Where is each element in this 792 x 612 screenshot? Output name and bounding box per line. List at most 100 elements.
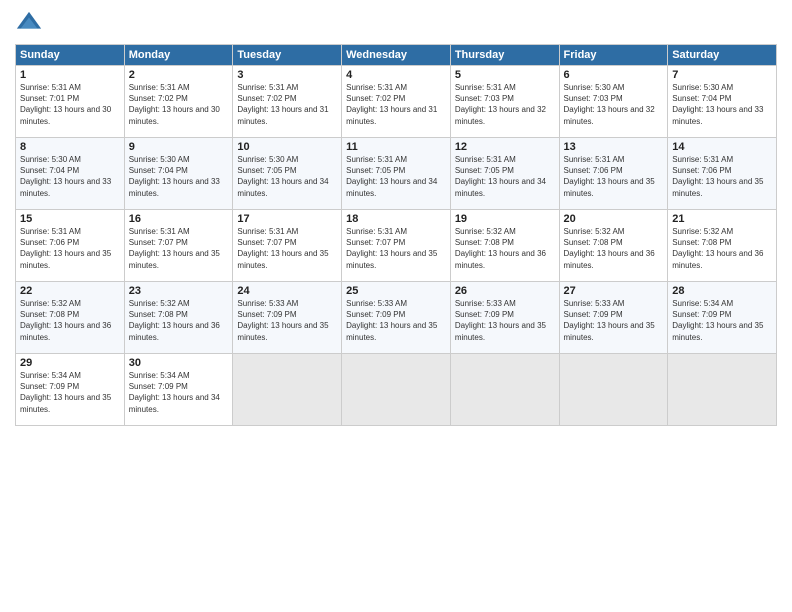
header — [15, 10, 777, 38]
day-number: 23 — [129, 285, 229, 297]
day-info: Sunrise: 5:31 AMSunset: 7:03 PMDaylight:… — [455, 82, 555, 127]
page: SundayMondayTuesdayWednesdayThursdayFrid… — [0, 0, 792, 612]
day-number: 9 — [129, 141, 229, 153]
day-cell: 20Sunrise: 5:32 AMSunset: 7:08 PMDayligh… — [559, 210, 668, 282]
day-info: Sunrise: 5:34 AMSunset: 7:09 PMDaylight:… — [129, 370, 229, 415]
day-info: Sunrise: 5:32 AMSunset: 7:08 PMDaylight:… — [564, 226, 664, 271]
day-number: 22 — [20, 285, 120, 297]
day-cell — [450, 354, 559, 426]
day-number: 24 — [237, 285, 337, 297]
day-info: Sunrise: 5:31 AMSunset: 7:05 PMDaylight:… — [455, 154, 555, 199]
day-number: 2 — [129, 69, 229, 81]
day-number: 15 — [20, 213, 120, 225]
day-cell: 30Sunrise: 5:34 AMSunset: 7:09 PMDayligh… — [124, 354, 233, 426]
day-number: 1 — [20, 69, 120, 81]
day-info: Sunrise: 5:31 AMSunset: 7:06 PMDaylight:… — [564, 154, 664, 199]
col-header-wednesday: Wednesday — [342, 45, 451, 66]
day-number: 20 — [564, 213, 664, 225]
day-cell: 23Sunrise: 5:32 AMSunset: 7:08 PMDayligh… — [124, 282, 233, 354]
day-number: 7 — [672, 69, 772, 81]
day-cell: 12Sunrise: 5:31 AMSunset: 7:05 PMDayligh… — [450, 138, 559, 210]
day-number: 29 — [20, 357, 120, 369]
day-cell: 8Sunrise: 5:30 AMSunset: 7:04 PMDaylight… — [16, 138, 125, 210]
day-cell: 17Sunrise: 5:31 AMSunset: 7:07 PMDayligh… — [233, 210, 342, 282]
day-info: Sunrise: 5:34 AMSunset: 7:09 PMDaylight:… — [20, 370, 120, 415]
day-info: Sunrise: 5:31 AMSunset: 7:02 PMDaylight:… — [346, 82, 446, 127]
day-cell: 22Sunrise: 5:32 AMSunset: 7:08 PMDayligh… — [16, 282, 125, 354]
day-cell: 29Sunrise: 5:34 AMSunset: 7:09 PMDayligh… — [16, 354, 125, 426]
day-cell — [233, 354, 342, 426]
day-cell: 14Sunrise: 5:31 AMSunset: 7:06 PMDayligh… — [668, 138, 777, 210]
day-number: 28 — [672, 285, 772, 297]
day-number: 14 — [672, 141, 772, 153]
day-cell: 24Sunrise: 5:33 AMSunset: 7:09 PMDayligh… — [233, 282, 342, 354]
day-info: Sunrise: 5:31 AMSunset: 7:07 PMDaylight:… — [237, 226, 337, 271]
day-info: Sunrise: 5:31 AMSunset: 7:01 PMDaylight:… — [20, 82, 120, 127]
logo — [15, 10, 47, 38]
day-cell — [342, 354, 451, 426]
day-cell: 3Sunrise: 5:31 AMSunset: 7:02 PMDaylight… — [233, 66, 342, 138]
day-cell: 27Sunrise: 5:33 AMSunset: 7:09 PMDayligh… — [559, 282, 668, 354]
day-number: 4 — [346, 69, 446, 81]
day-cell: 6Sunrise: 5:30 AMSunset: 7:03 PMDaylight… — [559, 66, 668, 138]
week-row-3: 15Sunrise: 5:31 AMSunset: 7:06 PMDayligh… — [16, 210, 777, 282]
day-info: Sunrise: 5:33 AMSunset: 7:09 PMDaylight:… — [564, 298, 664, 343]
day-cell: 25Sunrise: 5:33 AMSunset: 7:09 PMDayligh… — [342, 282, 451, 354]
day-info: Sunrise: 5:31 AMSunset: 7:07 PMDaylight:… — [346, 226, 446, 271]
col-header-saturday: Saturday — [668, 45, 777, 66]
day-number: 17 — [237, 213, 337, 225]
day-number: 6 — [564, 69, 664, 81]
day-cell: 28Sunrise: 5:34 AMSunset: 7:09 PMDayligh… — [668, 282, 777, 354]
day-info: Sunrise: 5:30 AMSunset: 7:05 PMDaylight:… — [237, 154, 337, 199]
day-cell — [559, 354, 668, 426]
day-info: Sunrise: 5:30 AMSunset: 7:04 PMDaylight:… — [672, 82, 772, 127]
day-cell: 26Sunrise: 5:33 AMSunset: 7:09 PMDayligh… — [450, 282, 559, 354]
day-cell: 15Sunrise: 5:31 AMSunset: 7:06 PMDayligh… — [16, 210, 125, 282]
day-cell: 18Sunrise: 5:31 AMSunset: 7:07 PMDayligh… — [342, 210, 451, 282]
day-number: 16 — [129, 213, 229, 225]
header-row: SundayMondayTuesdayWednesdayThursdayFrid… — [16, 45, 777, 66]
day-number: 26 — [455, 285, 555, 297]
day-number: 5 — [455, 69, 555, 81]
calendar-table: SundayMondayTuesdayWednesdayThursdayFrid… — [15, 44, 777, 426]
day-info: Sunrise: 5:30 AMSunset: 7:03 PMDaylight:… — [564, 82, 664, 127]
day-cell: 11Sunrise: 5:31 AMSunset: 7:05 PMDayligh… — [342, 138, 451, 210]
day-number: 10 — [237, 141, 337, 153]
day-info: Sunrise: 5:31 AMSunset: 7:02 PMDaylight:… — [237, 82, 337, 127]
day-info: Sunrise: 5:34 AMSunset: 7:09 PMDaylight:… — [672, 298, 772, 343]
day-info: Sunrise: 5:32 AMSunset: 7:08 PMDaylight:… — [129, 298, 229, 343]
day-number: 25 — [346, 285, 446, 297]
day-info: Sunrise: 5:31 AMSunset: 7:05 PMDaylight:… — [346, 154, 446, 199]
day-info: Sunrise: 5:32 AMSunset: 7:08 PMDaylight:… — [20, 298, 120, 343]
day-number: 21 — [672, 213, 772, 225]
day-number: 27 — [564, 285, 664, 297]
day-cell — [668, 354, 777, 426]
col-header-sunday: Sunday — [16, 45, 125, 66]
col-header-monday: Monday — [124, 45, 233, 66]
day-info: Sunrise: 5:31 AMSunset: 7:06 PMDaylight:… — [672, 154, 772, 199]
day-cell: 5Sunrise: 5:31 AMSunset: 7:03 PMDaylight… — [450, 66, 559, 138]
week-row-4: 22Sunrise: 5:32 AMSunset: 7:08 PMDayligh… — [16, 282, 777, 354]
day-number: 8 — [20, 141, 120, 153]
day-info: Sunrise: 5:33 AMSunset: 7:09 PMDaylight:… — [346, 298, 446, 343]
day-info: Sunrise: 5:33 AMSunset: 7:09 PMDaylight:… — [237, 298, 337, 343]
day-cell: 1Sunrise: 5:31 AMSunset: 7:01 PMDaylight… — [16, 66, 125, 138]
day-info: Sunrise: 5:31 AMSunset: 7:07 PMDaylight:… — [129, 226, 229, 271]
day-info: Sunrise: 5:31 AMSunset: 7:06 PMDaylight:… — [20, 226, 120, 271]
day-cell: 7Sunrise: 5:30 AMSunset: 7:04 PMDaylight… — [668, 66, 777, 138]
day-info: Sunrise: 5:32 AMSunset: 7:08 PMDaylight:… — [672, 226, 772, 271]
day-number: 12 — [455, 141, 555, 153]
week-row-2: 8Sunrise: 5:30 AMSunset: 7:04 PMDaylight… — [16, 138, 777, 210]
day-info: Sunrise: 5:32 AMSunset: 7:08 PMDaylight:… — [455, 226, 555, 271]
day-cell: 19Sunrise: 5:32 AMSunset: 7:08 PMDayligh… — [450, 210, 559, 282]
day-info: Sunrise: 5:30 AMSunset: 7:04 PMDaylight:… — [129, 154, 229, 199]
day-cell: 13Sunrise: 5:31 AMSunset: 7:06 PMDayligh… — [559, 138, 668, 210]
col-header-friday: Friday — [559, 45, 668, 66]
day-number: 13 — [564, 141, 664, 153]
col-header-thursday: Thursday — [450, 45, 559, 66]
day-number: 30 — [129, 357, 229, 369]
day-info: Sunrise: 5:31 AMSunset: 7:02 PMDaylight:… — [129, 82, 229, 127]
week-row-1: 1Sunrise: 5:31 AMSunset: 7:01 PMDaylight… — [16, 66, 777, 138]
day-number: 18 — [346, 213, 446, 225]
day-info: Sunrise: 5:30 AMSunset: 7:04 PMDaylight:… — [20, 154, 120, 199]
